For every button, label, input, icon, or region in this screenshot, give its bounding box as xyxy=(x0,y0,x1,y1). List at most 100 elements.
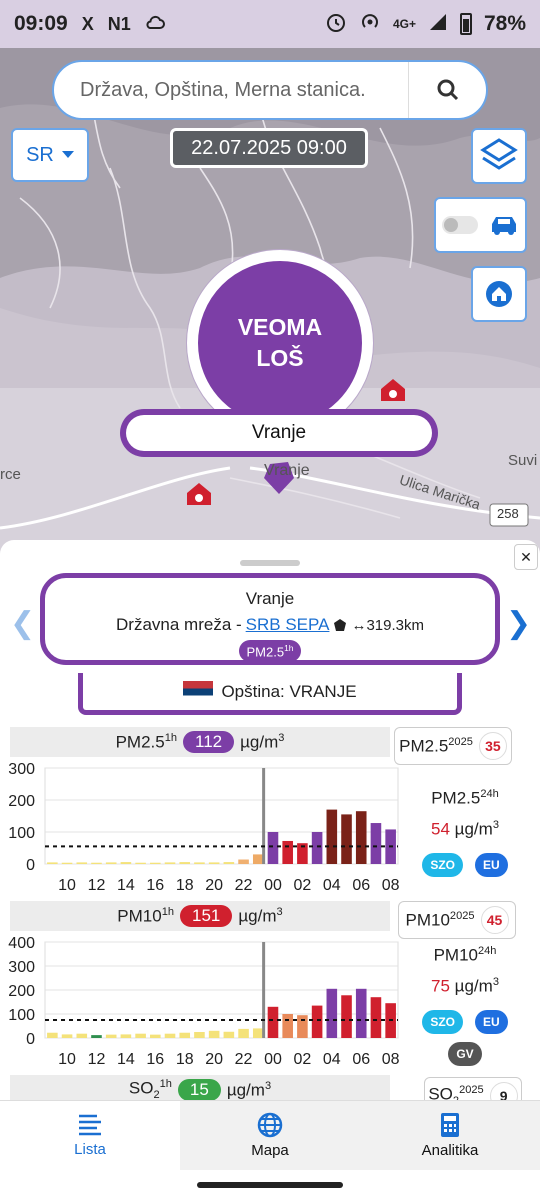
bar xyxy=(105,862,117,864)
battery-icon xyxy=(459,13,472,35)
pm25-header: PM2.51h 112 µg/m3 xyxy=(10,727,390,757)
y-tick-label: 200 xyxy=(8,983,35,1000)
bar xyxy=(326,988,338,1038)
x-tick-label: 06 xyxy=(352,877,370,894)
pm10-unit: µg/m3 xyxy=(238,905,283,926)
search-bar[interactable] xyxy=(52,60,488,120)
alarm-icon xyxy=(325,11,347,38)
pm25-year-count: 35 xyxy=(478,732,507,760)
bottom-navigation: Lista Mapa Analitika xyxy=(0,1100,540,1170)
pm25-unit: µg/m3 xyxy=(240,731,285,752)
bar xyxy=(223,862,235,864)
layers-icon xyxy=(480,138,518,170)
bar xyxy=(135,1033,146,1038)
y-tick-label: 300 xyxy=(8,959,35,976)
bar xyxy=(370,997,382,1038)
chevron-right-icon: ❯ xyxy=(506,607,532,640)
x-tick-label: 04 xyxy=(323,877,341,894)
x-tick-label: 22 xyxy=(235,1051,253,1068)
map-station-label[interactable]: Vranje xyxy=(120,409,438,457)
szo-chip[interactable]: SZO xyxy=(422,853,463,878)
pm25-value-badge: 112 xyxy=(183,731,235,753)
nav-map-label: Mapa xyxy=(251,1142,289,1159)
next-station-button[interactable]: ❯ xyxy=(506,606,531,641)
system-gesture-bar xyxy=(0,1170,540,1200)
aqi-status-text: VEOMA LOŠ xyxy=(237,314,323,371)
pm10-chart: 0 100 200 300 400 10 12 14 16 18 20 22 00 02 04 06 08 xyxy=(8,935,399,1068)
bar xyxy=(267,1006,279,1038)
pollutant-badge: PM2.51h xyxy=(238,640,302,663)
station-network: Državna mreža - SRB SEPA ↔319.3km xyxy=(45,615,495,635)
status-bar: 09:09 X N1 4G+ 78% xyxy=(0,0,540,48)
language-select[interactable]: SR xyxy=(11,128,89,182)
bar xyxy=(355,811,367,864)
so2-title: SO21h xyxy=(128,1078,172,1102)
datetime-display[interactable]: 22.07.2025 09:00 xyxy=(170,128,368,168)
eu-chip[interactable]: EU xyxy=(475,853,508,878)
pm25-24h-value: 54 xyxy=(431,819,450,839)
home-button[interactable] xyxy=(471,266,527,322)
x-tick-label: 18 xyxy=(176,877,194,894)
eu-chip[interactable]: EU xyxy=(475,1010,508,1035)
x-tick-label: 04 xyxy=(323,1051,341,1068)
bar xyxy=(252,854,264,864)
station-card: Vranje Državna mreža - SRB SEPA ↔319.3km… xyxy=(40,573,500,665)
search-button[interactable] xyxy=(408,62,486,118)
home-icon xyxy=(486,281,512,307)
bar xyxy=(179,1032,191,1038)
bar xyxy=(61,1034,73,1038)
bar xyxy=(311,832,323,864)
bar xyxy=(282,840,293,864)
traffic-toggle[interactable] xyxy=(434,197,527,253)
layers-button[interactable] xyxy=(471,128,527,184)
pm25-year-box[interactable]: PM2.52025 35 xyxy=(394,727,512,765)
szo-chip[interactable]: SZO xyxy=(422,1010,463,1035)
x-tick-label: 16 xyxy=(146,877,164,894)
nav-list[interactable]: Lista xyxy=(0,1101,180,1170)
bar xyxy=(194,1032,205,1038)
pm10-title: PM101h xyxy=(117,905,175,926)
bar xyxy=(252,1028,264,1038)
x-tick-label: 02 xyxy=(293,877,311,894)
so2-value-badge: 15 xyxy=(177,1079,221,1101)
bar xyxy=(297,1015,308,1038)
gv-chip[interactable]: GV xyxy=(448,1042,482,1067)
station-marker-icon[interactable] xyxy=(186,482,212,511)
bar xyxy=(208,1030,220,1038)
x-tick-label: 18 xyxy=(176,1051,194,1068)
nav-analytics[interactable]: Analitika xyxy=(360,1101,540,1170)
map-place-right: Suvi xyxy=(508,452,538,469)
calculator-icon xyxy=(441,1113,459,1137)
x-tick-label: 14 xyxy=(117,877,135,894)
bar xyxy=(179,862,191,864)
sheet-drag-handle[interactable] xyxy=(240,560,300,566)
pm25-24h-panel: PM2.524h 54 µg/m3 SZO EU xyxy=(400,788,530,878)
globe-icon xyxy=(257,1112,283,1138)
x-tick-label: 14 xyxy=(117,1051,135,1068)
home-indicator[interactable] xyxy=(197,1182,343,1188)
bar xyxy=(47,1032,58,1038)
station-marker-icon[interactable] xyxy=(380,378,406,407)
serbia-flag-icon xyxy=(183,680,214,703)
search-input[interactable] xyxy=(54,62,408,118)
bar xyxy=(223,1031,235,1038)
bar xyxy=(76,1033,88,1038)
nav-list-label: Lista xyxy=(74,1141,106,1158)
map-place-town: Vranje xyxy=(264,462,310,479)
bar xyxy=(76,862,88,864)
n1-app-icon: N1 xyxy=(107,13,131,34)
close-button[interactable]: ✕ xyxy=(514,544,538,570)
previous-station-button[interactable]: ❮ xyxy=(10,606,35,641)
municipality-bar[interactable]: Opština: VRANJE xyxy=(78,673,462,715)
x-tick-label: 20 xyxy=(205,1051,223,1068)
so2-unit: µg/m3 xyxy=(226,1079,272,1100)
bar xyxy=(311,1005,323,1038)
toggle-switch[interactable] xyxy=(441,216,478,234)
clock: 09:09 xyxy=(14,12,68,35)
nav-map[interactable]: Mapa xyxy=(180,1101,360,1170)
bar xyxy=(326,809,338,864)
pm10-year-box[interactable]: PM102025 45 xyxy=(398,901,516,939)
network-link[interactable]: SRB SEPA xyxy=(246,615,330,635)
pm10-24h-value: 75 xyxy=(431,976,450,996)
search-icon xyxy=(437,79,458,101)
